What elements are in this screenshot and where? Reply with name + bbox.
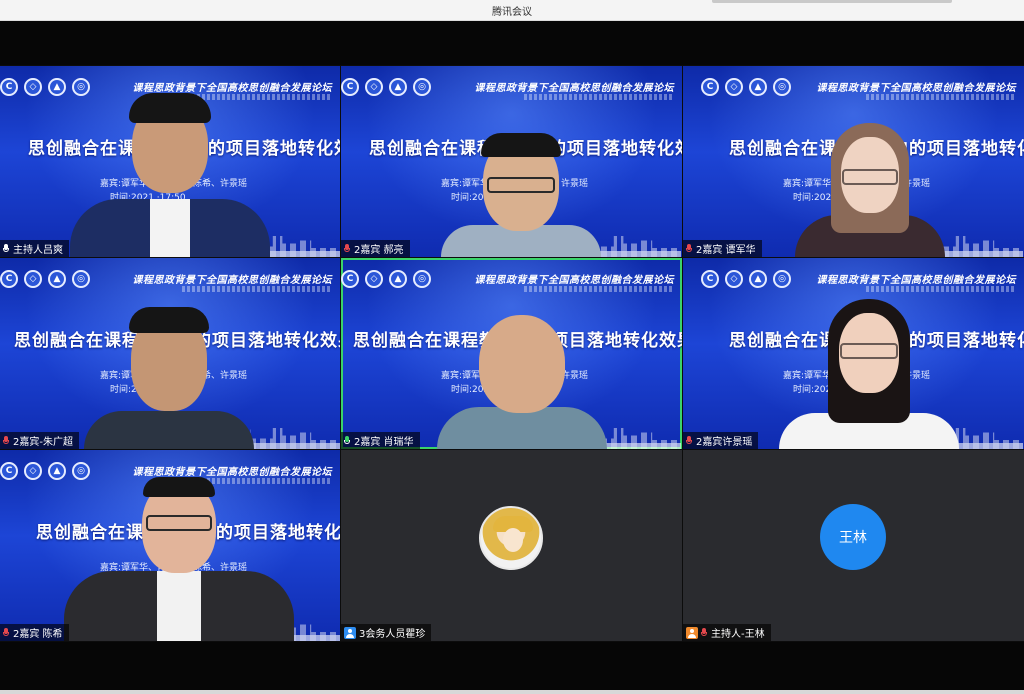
microphone-muted-icon xyxy=(3,435,10,446)
university-logo-icon: ◇ xyxy=(365,270,383,288)
university-logo-icon: C xyxy=(341,270,359,288)
participant-name: 3会务人员瞿珍 xyxy=(359,629,426,640)
forum-subtitle-english xyxy=(866,286,1016,292)
forum-title: 课程思政背景下全国高校思创融合发展论坛 xyxy=(474,275,674,286)
university-logo-icon: ◎ xyxy=(413,270,431,288)
forum-subtitle-english xyxy=(524,286,674,292)
participant-video xyxy=(779,299,959,449)
participant-name-label: 2嘉宾 陈希 xyxy=(0,624,69,641)
banner-logos: C ◇ ▲ ◎ xyxy=(0,270,90,288)
participant-video xyxy=(84,301,254,449)
participant-name: 主持人吕爽 xyxy=(13,245,63,256)
microphone-icon xyxy=(3,243,10,254)
banner-logos: C ◇ ▲ ◎ xyxy=(341,78,431,96)
participant-name-label: 主持人吕爽 xyxy=(0,240,69,257)
participant-video xyxy=(64,477,294,641)
forum-title: 课程思政背景下全国高校思创融合发展论坛 xyxy=(132,467,332,478)
forum-title: 课程思政背景下全国高校思创融合发展论坛 xyxy=(132,275,332,286)
university-logo-icon: ▲ xyxy=(749,78,767,96)
window-bottom-edge xyxy=(0,690,1024,694)
anime-avatar-image xyxy=(479,506,543,570)
title-bar: 腾讯会议 xyxy=(0,0,1024,21)
microphone-muted-icon xyxy=(344,243,351,254)
bottom-letterbox xyxy=(0,642,1024,694)
participant-tile[interactable]: C ◇ ▲ ◎ 课程思政背景下全国高校思创融合发展论坛 思创融合在课程教学中的项… xyxy=(0,258,340,449)
participant-name-label: 3会务人员瞿珍 xyxy=(341,624,432,641)
participant-name: 2嘉宾 谭军华 xyxy=(696,245,756,256)
user-icon xyxy=(686,626,698,639)
university-logo-icon: C xyxy=(0,462,18,480)
university-logo-icon: ◇ xyxy=(24,270,42,288)
top-letterbox xyxy=(0,21,1024,65)
participant-name: 2嘉宾许景瑶 xyxy=(696,437,753,448)
participant-name: 2嘉宾 郝亮 xyxy=(354,245,404,256)
participant-tile-avatar[interactable]: 3会务人员瞿珍 xyxy=(341,450,682,641)
participant-video xyxy=(437,309,607,449)
microphone-muted-icon xyxy=(701,627,708,638)
participant-name-label: 2嘉宾 郝亮 xyxy=(341,240,410,257)
participant-video xyxy=(795,123,945,257)
microphone-muted-icon xyxy=(686,435,693,446)
participant-name: 2嘉宾 肖瑞华 xyxy=(354,437,414,448)
university-logo-icon: C xyxy=(0,78,18,96)
participant-video xyxy=(441,133,601,257)
participant-name-label: 2嘉宾 谭军华 xyxy=(683,240,762,257)
university-logo-icon: ▲ xyxy=(389,78,407,96)
university-logo-icon: ◎ xyxy=(413,78,431,96)
participant-video xyxy=(70,79,270,257)
university-logo-icon: ◎ xyxy=(773,78,791,96)
avatar: 王林 xyxy=(820,504,886,570)
participant-tile-avatar[interactable]: 王林 主持人-王林 xyxy=(683,450,1024,641)
banner-logos: C ◇ ▲ ◎ xyxy=(701,78,791,96)
video-grid: C ◇ ▲ ◎ 课程思政背景下全国高校思创融合发展论坛 思创融合在课程教学中的项… xyxy=(0,66,1024,641)
participant-tile[interactable]: C ◇ ▲ ◎ 课程思政背景下全国高校思创融合发展论坛 思创融合在课程教学中的项… xyxy=(0,450,340,641)
participant-tile[interactable]: C ◇ ▲ ◎ 课程思政背景下全国高校思创融合发展论坛 思创融合在课程教学中的项… xyxy=(683,258,1024,449)
participant-name-label: 主持人-王林 xyxy=(683,624,771,641)
microphone-muted-icon xyxy=(3,627,10,638)
university-logo-icon: ◇ xyxy=(365,78,383,96)
university-logo-icon: ◎ xyxy=(72,270,90,288)
university-logo-icon: ▲ xyxy=(749,270,767,288)
banner-logos: C ◇ ▲ ◎ xyxy=(341,270,431,288)
university-logo-icon: C xyxy=(0,270,18,288)
participant-name-label: 2嘉宾许景瑶 xyxy=(683,432,759,449)
university-logo-icon: ◇ xyxy=(24,462,42,480)
participant-name: 2嘉宾 陈希 xyxy=(13,629,63,640)
participant-tile-active-speaker[interactable]: C ◇ ▲ ◎ 课程思政背景下全国高校思创融合发展论坛 思创融合在课程教学中的项… xyxy=(341,258,682,449)
participant-name-label: 2嘉宾 肖瑞华 xyxy=(341,432,420,449)
participant-name: 2嘉宾-朱广超 xyxy=(13,437,73,448)
forum-subtitle-english xyxy=(866,94,1016,100)
participant-name: 主持人-王林 xyxy=(711,629,765,640)
banner-logos: C ◇ ▲ ◎ xyxy=(701,270,791,288)
forum-title: 课程思政背景下全国高校思创融合发展论坛 xyxy=(816,275,1016,286)
title-bar-strip xyxy=(712,0,952,3)
forum-subtitle-english xyxy=(182,286,332,292)
university-logo-icon: ◇ xyxy=(725,78,743,96)
forum-title: 课程思政背景下全国高校思创融合发展论坛 xyxy=(474,83,674,94)
forum-subtitle-english xyxy=(524,94,674,100)
participant-tile[interactable]: C ◇ ▲ ◎ 课程思政背景下全国高校思创融合发展论坛 思创融合在课程教学中的项… xyxy=(683,66,1024,257)
participant-tile[interactable]: C ◇ ▲ ◎ 课程思政背景下全国高校思创融合发展论坛 思创融合在课程教学中的项… xyxy=(0,66,340,257)
participant-tile[interactable]: C ◇ ▲ ◎ 课程思政背景下全国高校思创融合发展论坛 思创融合在课程教学中的项… xyxy=(341,66,682,257)
microphone-speaking-icon xyxy=(344,435,351,446)
participant-name-label: 2嘉宾-朱广超 xyxy=(0,432,79,449)
university-logo-icon: ◇ xyxy=(725,270,743,288)
university-logo-icon: C xyxy=(341,78,359,96)
forum-title: 课程思政背景下全国高校思创融合发展论坛 xyxy=(816,83,1016,94)
university-logo-icon: ▲ xyxy=(48,78,66,96)
university-logo-icon: C xyxy=(701,78,719,96)
university-logo-icon: C xyxy=(701,270,719,288)
app-title: 腾讯会议 xyxy=(492,7,532,18)
university-logo-icon: ◎ xyxy=(773,270,791,288)
university-logo-icon: ◇ xyxy=(24,78,42,96)
user-icon xyxy=(344,626,356,639)
microphone-muted-icon xyxy=(686,243,693,254)
university-logo-icon: ▲ xyxy=(48,270,66,288)
university-logo-icon: ▲ xyxy=(389,270,407,288)
